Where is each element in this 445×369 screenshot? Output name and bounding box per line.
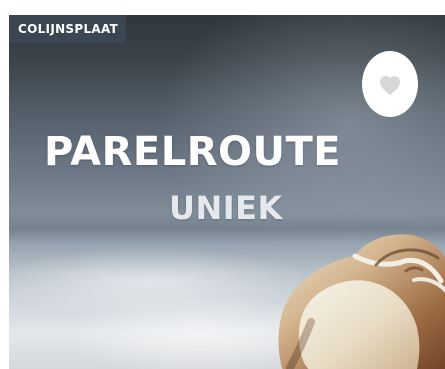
route-subtitle: UNIEK	[169, 189, 283, 227]
route-card[interactable]: COLIJNSPLAAT PARELROUTE UNIEK	[9, 15, 445, 369]
heart-icon	[380, 76, 400, 96]
route-title: PARELROUTE	[44, 129, 342, 175]
favorite-button[interactable]	[362, 51, 418, 117]
location-badge: COLIJNSPLAAT	[9, 15, 127, 43]
oyster-shell-image	[278, 234, 445, 369]
